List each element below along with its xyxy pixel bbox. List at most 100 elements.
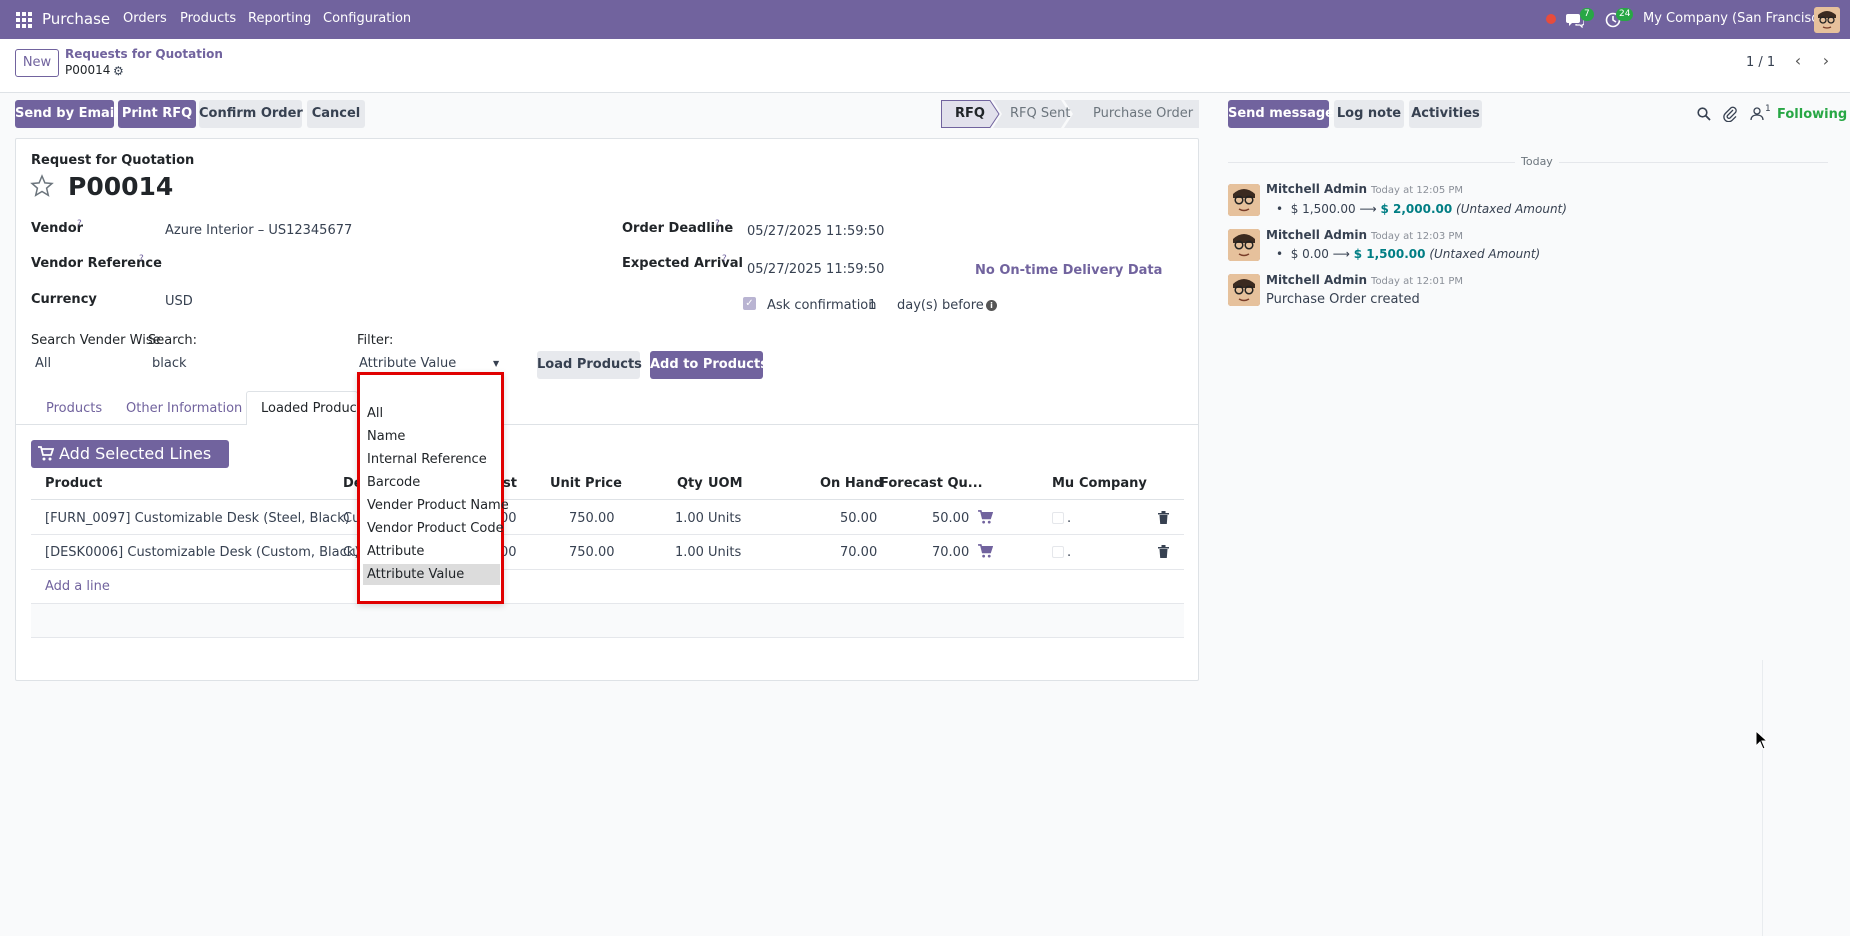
row-company: . bbox=[1067, 545, 1072, 560]
expected-arrival-field[interactable]: 05/27/2025 11:59:50 bbox=[747, 262, 884, 277]
stage-rfq-sent[interactable]: RFQ Sent bbox=[1010, 106, 1070, 121]
menu-reporting[interactable]: Reporting bbox=[248, 11, 311, 26]
send-message-button[interactable]: Send message bbox=[1228, 100, 1334, 128]
col-mu[interactable]: Mu bbox=[1052, 476, 1074, 491]
vendor-field[interactable]: Azure Interior – US12345677 bbox=[165, 223, 352, 238]
doc-type-label: Request for Quotation bbox=[31, 153, 195, 168]
dropdown-option-vender-product-name[interactable]: Vender Product Name bbox=[367, 498, 509, 513]
load-products-button[interactable]: Load Products bbox=[537, 351, 642, 379]
row-product[interactable]: [FURN_0097] Customizable Desk (Steel, Bl… bbox=[45, 511, 350, 526]
message-time: Today at 12:03 PM bbox=[1371, 231, 1464, 242]
menu-configuration[interactable]: Configuration bbox=[323, 11, 411, 26]
ask-confirmation-checkbox[interactable]: ✓ bbox=[743, 297, 756, 310]
app-title[interactable]: Purchase bbox=[42, 10, 110, 28]
cart-icon[interactable] bbox=[978, 544, 994, 562]
activities-button[interactable]: Activities bbox=[1409, 100, 1482, 128]
tab-loaded-products[interactable]: Loaded Products bbox=[261, 401, 369, 416]
cancel-button[interactable]: Cancel bbox=[307, 100, 365, 128]
col-cost[interactable]: st bbox=[503, 476, 517, 491]
add-selected-lines-button[interactable]: Add Selected Lines bbox=[31, 440, 229, 468]
following-button[interactable]: Following bbox=[1777, 107, 1847, 122]
filter-select[interactable]: Attribute Value bbox=[359, 356, 456, 371]
dropdown-option-vendor-product-code[interactable]: Vendor Product Code bbox=[367, 521, 504, 536]
avatar[interactable] bbox=[1228, 274, 1260, 306]
ask-confirmation-label: Ask confirmation bbox=[767, 298, 877, 313]
row-unit-price[interactable]: 750.00 bbox=[569, 545, 615, 560]
currency-field[interactable]: USD bbox=[165, 294, 193, 309]
dropdown-option-name[interactable]: Name bbox=[367, 429, 405, 444]
row-checkbox[interactable] bbox=[1052, 512, 1064, 524]
caret-down-icon: ▼ bbox=[493, 359, 500, 368]
search-icon[interactable] bbox=[1697, 107, 1711, 125]
col-product[interactable]: Product bbox=[45, 476, 102, 491]
menu-products[interactable]: Products bbox=[180, 11, 236, 26]
dropdown-option-attribute-value[interactable]: Attribute Value bbox=[367, 567, 464, 582]
col-company[interactable]: Company bbox=[1079, 476, 1147, 491]
message-author[interactable]: Mitchell Admin Today at 12:03 PM bbox=[1266, 228, 1463, 242]
tab-products[interactable]: Products bbox=[46, 401, 102, 416]
search-vendor-field[interactable]: All bbox=[35, 356, 51, 371]
row-qty[interactable]: 1.00 bbox=[675, 511, 704, 526]
log-note-button[interactable]: Log note bbox=[1334, 100, 1404, 128]
pager-value[interactable]: 1 / 1 bbox=[1746, 55, 1775, 70]
row-unit-price[interactable]: 750.00 bbox=[569, 511, 615, 526]
pager-next-icon[interactable]: › bbox=[1812, 49, 1840, 73]
ontime-delivery-link[interactable]: No On-time Delivery Data bbox=[975, 263, 1162, 278]
company-switcher[interactable]: My Company (San Francisco) bbox=[1643, 11, 1831, 26]
avatar[interactable] bbox=[1228, 184, 1260, 216]
col-uom[interactable]: UOM bbox=[708, 476, 743, 491]
print-rfq-button[interactable]: Print RFQ bbox=[118, 100, 196, 128]
col-unit-price[interactable]: Unit Price bbox=[550, 476, 622, 491]
breadcrumb-parent[interactable]: Requests for Quotation bbox=[65, 47, 223, 61]
dropdown-option-internal-reference[interactable]: Internal Reference bbox=[367, 452, 487, 467]
messages-count-badge: 7 bbox=[1580, 8, 1594, 21]
send-by-email-button[interactable]: Send by Email bbox=[15, 100, 119, 128]
row-forecast: 70.00 bbox=[932, 545, 970, 560]
author-name[interactable]: Mitchell Admin bbox=[1266, 228, 1367, 242]
message-author[interactable]: Mitchell Admin Today at 12:05 PM bbox=[1266, 182, 1463, 196]
row-uom[interactable]: Units bbox=[708, 545, 741, 560]
add-selected-lines-label: Add Selected Lines bbox=[59, 444, 212, 463]
gear-icon[interactable]: ⚙ bbox=[113, 64, 124, 78]
order-deadline-field[interactable]: 05/27/2025 11:59:50 bbox=[747, 224, 884, 239]
row-checkbox[interactable] bbox=[1052, 546, 1064, 558]
row-qty[interactable]: 1.00 bbox=[675, 545, 704, 560]
dropdown-option-attribute[interactable]: Attribute bbox=[367, 544, 424, 559]
old-value: $ 1,500.00 bbox=[1290, 202, 1356, 216]
confirm-order-button[interactable]: Confirm Order bbox=[199, 100, 303, 128]
dropdown-option-barcode[interactable]: Barcode bbox=[367, 475, 420, 490]
add-to-products-button[interactable]: Add to Products bbox=[650, 351, 768, 379]
pager-prev-icon[interactable]: ‹ bbox=[1784, 49, 1812, 73]
followers-icon[interactable] bbox=[1750, 107, 1764, 125]
star-icon[interactable] bbox=[30, 174, 54, 202]
apps-grid-icon[interactable] bbox=[16, 12, 32, 28]
col-qty[interactable]: Qty bbox=[677, 476, 703, 491]
row-company: . bbox=[1067, 511, 1072, 526]
ask-days-field[interactable]: 1 bbox=[868, 298, 876, 313]
paperclip-icon[interactable] bbox=[1723, 106, 1737, 126]
user-avatar[interactable] bbox=[1814, 7, 1840, 33]
trash-icon[interactable] bbox=[1158, 511, 1169, 528]
help-icon: ? bbox=[77, 219, 82, 229]
row-uom[interactable]: Units bbox=[708, 511, 741, 526]
tab-other-information[interactable]: Other Information bbox=[126, 401, 242, 416]
author-name[interactable]: Mitchell Admin bbox=[1266, 182, 1367, 196]
row-product[interactable]: [DESK0006] Customizable Desk (Custom, Bl… bbox=[45, 545, 359, 560]
recording-dot-icon[interactable] bbox=[1546, 14, 1556, 24]
stage-rfq[interactable]: RFQ bbox=[955, 106, 985, 121]
menu-orders[interactable]: Orders bbox=[123, 11, 167, 26]
new-button[interactable]: New bbox=[15, 49, 59, 77]
stage-purchase-order[interactable]: Purchase Order bbox=[1093, 106, 1193, 121]
dropdown-option-all[interactable]: All bbox=[367, 406, 383, 421]
add-a-line-link[interactable]: Add a line bbox=[45, 579, 110, 594]
col-on-hand[interactable]: On Hand bbox=[820, 476, 883, 491]
col-forecast[interactable]: Forecast Qu... bbox=[880, 476, 983, 491]
table-row-divider bbox=[31, 569, 1184, 570]
message-author[interactable]: Mitchell Admin Today at 12:01 PM bbox=[1266, 273, 1463, 287]
trash-icon[interactable] bbox=[1158, 545, 1169, 562]
search-field[interactable]: black bbox=[152, 356, 187, 371]
author-name[interactable]: Mitchell Admin bbox=[1266, 273, 1367, 287]
info-icon[interactable]: i bbox=[986, 300, 997, 311]
cart-icon[interactable] bbox=[978, 510, 994, 528]
avatar[interactable] bbox=[1228, 229, 1260, 261]
